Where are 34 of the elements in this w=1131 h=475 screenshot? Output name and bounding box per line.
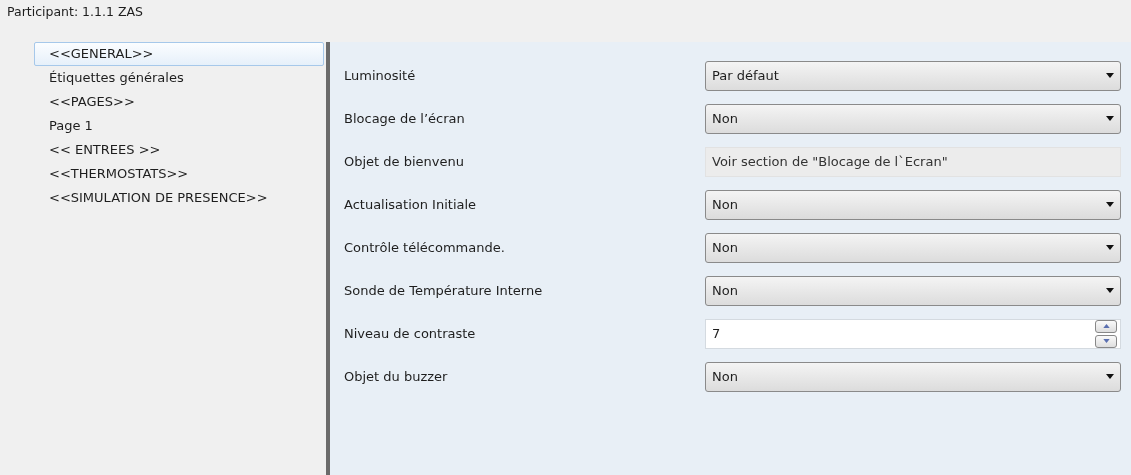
readonly-field: Voir section de "Blocage de l`Ecran" xyxy=(705,146,1121,177)
caret-icon xyxy=(1106,288,1114,293)
parameter-label: Objet de bienvenu xyxy=(344,154,464,169)
parameter-label: Actualisation Initiale xyxy=(344,197,477,212)
parameter-label: Objet du buzzer xyxy=(344,369,448,384)
tree-item[interactable]: << ENTREES >> xyxy=(34,138,324,162)
number-field[interactable]: 7 xyxy=(712,326,721,341)
down-arrow-icon xyxy=(1102,339,1110,343)
dropdown[interactable]: Non xyxy=(705,361,1121,392)
parameter-label: Luminosité xyxy=(344,68,416,83)
tree-item[interactable]: <<GENERAL>> xyxy=(34,42,324,66)
parameter-label: Niveau de contraste xyxy=(344,326,476,341)
dropdown[interactable]: Non xyxy=(705,232,1121,263)
caret-icon xyxy=(1106,116,1114,121)
tree-item[interactable]: <<THERMOSTATS>> xyxy=(34,162,324,186)
dropdown[interactable]: Par défaut xyxy=(705,60,1121,91)
parameter-label: Blocage de l’écran xyxy=(344,111,465,126)
decrement-button[interactable] xyxy=(1095,334,1117,348)
tree-item[interactable]: <<PAGES>> xyxy=(34,90,324,114)
tree-item[interactable]: Étiquettes générales xyxy=(34,66,324,90)
caret-icon xyxy=(1106,73,1114,78)
caret-icon xyxy=(1106,202,1114,207)
window-title: Participant: 1.1.1 ZAS xyxy=(7,3,143,19)
parameter-label: Sonde de Température Interne xyxy=(344,283,543,298)
tree-item[interactable]: Page 1 xyxy=(34,114,324,138)
caret-icon xyxy=(1106,374,1114,379)
increment-button[interactable] xyxy=(1095,319,1117,333)
dropdown[interactable]: Non xyxy=(705,275,1121,306)
parameter-label: Contrôle télécommande. xyxy=(344,240,505,255)
tree-item[interactable]: <<SIMULATION DE PRESENCE>> xyxy=(34,186,324,210)
dropdown[interactable]: Non xyxy=(705,189,1121,220)
caret-icon xyxy=(1106,245,1114,250)
up-arrow-icon xyxy=(1102,324,1110,328)
dropdown[interactable]: Non xyxy=(705,103,1121,134)
